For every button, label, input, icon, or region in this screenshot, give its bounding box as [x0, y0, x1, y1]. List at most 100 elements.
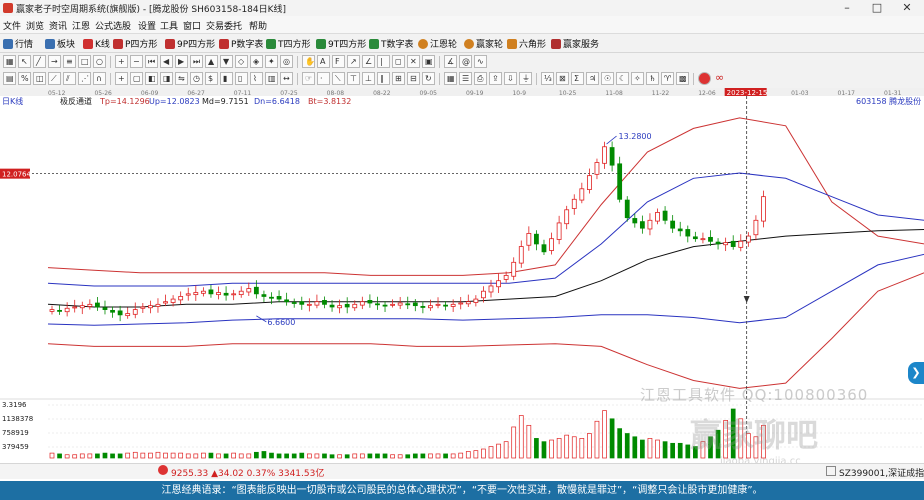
up-arrow-icon[interactable]: ▲	[205, 55, 218, 68]
split-icon[interactable]: ◧	[145, 72, 158, 85]
time-square-icon[interactable]: ⊞	[392, 72, 405, 85]
gann-box-icon[interactable]: ◈	[250, 55, 263, 68]
first-bar-icon[interactable]: ⏮	[145, 55, 158, 68]
ray-tool-icon[interactable]: →	[48, 55, 61, 68]
arrow-tool-icon[interactable]: ↗	[347, 55, 360, 68]
parallel-tool-icon[interactable]: ⫽	[63, 72, 76, 85]
speed-line-icon[interactable]: ∠	[362, 55, 375, 68]
measure-icon[interactable]: ↔	[280, 72, 293, 85]
bar-chart-icon[interactable]: ▮	[220, 72, 233, 85]
toolbar-p-square-button[interactable]: P四方形	[113, 37, 157, 50]
menu-info[interactable]: 资讯	[49, 19, 67, 32]
line-tool-icon[interactable]: ╱	[33, 55, 46, 68]
cross-icon[interactable]: +	[115, 72, 128, 85]
maximize-icon[interactable]: □	[862, 0, 892, 16]
toolbar-gann-wheel-button[interactable]: 江恩轮	[418, 37, 457, 50]
resistance-icon[interactable]: ⊤	[347, 72, 360, 85]
last-bar-icon[interactable]: ⏭	[190, 55, 203, 68]
magnet-icon[interactable]: ∩	[93, 72, 106, 85]
calc-icon[interactable]: ▩	[676, 72, 689, 85]
menu-tools[interactable]: 工具	[160, 19, 178, 32]
scroll-right-button[interactable]: ❯	[908, 362, 924, 384]
moon-icon[interactable]: ☾	[616, 72, 629, 85]
calendar-icon[interactable]: ▥	[265, 72, 278, 85]
box-icon[interactable]: ▢	[130, 72, 143, 85]
trend-tool-icon[interactable]: ⟋	[48, 72, 61, 85]
text-tool-icon[interactable]: A	[317, 55, 330, 68]
layout-icon[interactable]: ▤	[3, 72, 16, 85]
minimize-icon[interactable]: –	[832, 0, 862, 16]
toolbar-winner-wheel-button[interactable]: 赢家轮	[464, 37, 503, 50]
gann-grid-icon[interactable]: ✦	[265, 55, 278, 68]
square-tool-icon[interactable]: ◻	[392, 55, 405, 68]
gann-fan-icon[interactable]: ◇	[235, 55, 248, 68]
save-tool-icon[interactable]: ▣	[422, 55, 435, 68]
kline-chart-svg[interactable]: 05-12 05-26 06-09 06-27 07-11 07-25 08-08 08-22…	[0, 88, 924, 463]
zoom-out-icon[interactable]: −	[130, 55, 143, 68]
stats-icon[interactable]: Σ	[571, 72, 584, 85]
astro-icon[interactable]: ♄	[646, 72, 659, 85]
channel-tool-icon[interactable]: ≡	[63, 55, 76, 68]
time-icon[interactable]: ◷	[190, 72, 203, 85]
line-chart-icon[interactable]: ⌇	[250, 72, 263, 85]
prev-bar-icon[interactable]: ◀	[160, 55, 173, 68]
cycle-icon[interactable]: ◎	[280, 55, 293, 68]
mirror-icon[interactable]: ⇋	[175, 72, 188, 85]
matrix-icon[interactable]: ⊠	[556, 72, 569, 85]
toolbar-sector-button[interactable]: 板块	[45, 37, 75, 50]
toolbar-kline-button[interactable]: K线	[83, 37, 110, 50]
cycle-line-icon[interactable]: ∥	[377, 72, 390, 85]
fib-tool-icon[interactable]: F	[332, 55, 345, 68]
gann-square-icon[interactable]: ◫	[33, 72, 46, 85]
merge-icon[interactable]: ◨	[160, 72, 173, 85]
sun-icon[interactable]: ☉	[601, 72, 614, 85]
spiral-tool-icon[interactable]: @	[459, 55, 472, 68]
toolbar-9t-square-button[interactable]: 9T四方形	[316, 37, 366, 50]
record-icon[interactable]	[698, 72, 711, 85]
toolbar-quote-button[interactable]: 行情	[3, 37, 33, 50]
star-icon[interactable]: ✧	[631, 72, 644, 85]
support-icon[interactable]: ⊥	[362, 72, 375, 85]
zoom-in-icon[interactable]: +	[115, 55, 128, 68]
menu-settings[interactable]: 设置	[138, 19, 156, 32]
delete-tool-icon[interactable]: ✕	[407, 55, 420, 68]
ratio-table-icon[interactable]: ⅓	[541, 72, 554, 85]
print-icon[interactable]: ⎙	[474, 72, 487, 85]
refresh-icon[interactable]: ↻	[422, 72, 435, 85]
toolbar-hexagon-button[interactable]: 六角形	[507, 37, 546, 50]
menu-browse[interactable]: 浏览	[26, 19, 44, 32]
hand-tool-icon[interactable]: ✋	[302, 55, 315, 68]
toolbar-9p-square-button[interactable]: 9P四方形	[165, 37, 215, 50]
rectangle-tool-icon[interactable]: □	[78, 55, 91, 68]
cursor-icon[interactable]: ↖	[18, 55, 31, 68]
wave-tool-icon[interactable]: ∿	[474, 55, 487, 68]
close-icon[interactable]: ✕	[892, 0, 922, 16]
menu-help[interactable]: 帮助	[249, 19, 267, 32]
period-line-icon[interactable]: |	[377, 55, 390, 68]
down-arrow-icon[interactable]: ▼	[220, 55, 233, 68]
menu-trade[interactable]: 交易委托	[206, 19, 242, 32]
angle-fan-icon[interactable]: ⋰	[78, 72, 91, 85]
candle-icon[interactable]: ▯	[235, 72, 248, 85]
menu-formula[interactable]: 公式选股	[95, 19, 131, 32]
pointer-icon[interactable]: ☞	[302, 72, 315, 85]
price-square-icon[interactable]: ⊟	[407, 72, 420, 85]
gann-line-icon[interactable]: ⟍	[332, 72, 345, 85]
import-icon[interactable]: ⇩	[504, 72, 517, 85]
grid-icon[interactable]: ▦	[3, 55, 16, 68]
filter-icon[interactable]: ⏚	[519, 72, 532, 85]
menu-window[interactable]: 窗口	[183, 19, 201, 32]
toolbar-p-table-button[interactable]: P数字表	[219, 37, 263, 50]
next-bar-icon[interactable]: ▶	[175, 55, 188, 68]
angle-tool-icon[interactable]: ∡	[444, 55, 457, 68]
toolbar-t-square-button[interactable]: T四方形	[266, 37, 311, 50]
list-icon[interactable]: ☰	[459, 72, 472, 85]
point-tool-icon[interactable]: ·	[317, 72, 330, 85]
infinity-icon[interactable]: ∞	[713, 72, 726, 85]
toolbar-t-table-button[interactable]: T数字表	[369, 37, 414, 50]
menu-gann[interactable]: 江恩	[72, 19, 90, 32]
menu-file[interactable]: 文件	[3, 19, 21, 32]
index-checkbox[interactable]	[826, 466, 836, 476]
planet-icon[interactable]: ♃	[586, 72, 599, 85]
table-icon[interactable]: ▦	[444, 72, 457, 85]
